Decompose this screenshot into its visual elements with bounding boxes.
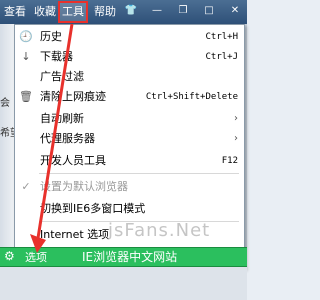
check-icon: ✓ xyxy=(21,180,31,193)
menu-item-adblock[interactable]: 广告过滤 xyxy=(15,67,244,87)
close-icon[interactable]: ✕ xyxy=(228,4,242,18)
menu-item-proxy[interactable]: 代理服务器 › xyxy=(15,129,244,149)
menu-item-label: 开发人员工具 xyxy=(40,154,106,167)
menu-item-label: 下载器 xyxy=(40,50,73,63)
highlight-caption: IE浏览器中文网站 xyxy=(82,250,178,264)
menu-item-label: 设置为默认浏览器 xyxy=(40,180,128,193)
menu-item-label: 清除上网痕迹 xyxy=(40,90,106,103)
menu-separator xyxy=(39,173,239,174)
history-icon: 🕘 xyxy=(19,30,33,43)
menu-item-label: 选项 xyxy=(25,251,47,264)
menu-item-set-default: ✓ 设置为默认浏览器 xyxy=(15,177,244,197)
download-icon: ↓ xyxy=(21,50,31,63)
menu-bar: 查看 收藏 工具 帮助 👕 — ❐ □ ✕ xyxy=(0,0,247,24)
menu-help[interactable]: 帮助 xyxy=(92,3,118,21)
chevron-right-icon: › xyxy=(234,133,238,144)
menu-item-label: 广告过滤 xyxy=(40,70,84,83)
gear-icon: ⚙ xyxy=(4,249,15,263)
menu-item-ie6-mode[interactable]: 切换到IE6多窗口模式 xyxy=(15,199,244,219)
restore-icon[interactable]: ❐ xyxy=(176,4,190,18)
trash-icon: 🗑 xyxy=(19,90,33,103)
menu-item-downloader[interactable]: ↓ 下载器 Ctrl+J xyxy=(15,47,244,67)
menu-item-label: 自动刷新 xyxy=(40,112,84,125)
maximize-icon[interactable]: □ xyxy=(202,4,216,18)
menu-view[interactable]: 查看 xyxy=(2,3,28,21)
menu-favorites[interactable]: 收藏 xyxy=(32,3,58,21)
watermark-text: jsFans.Net xyxy=(108,220,211,241)
page-footer xyxy=(0,267,247,300)
menu-item-label: 切换到IE6多窗口模式 xyxy=(40,202,146,215)
chevron-right-icon: › xyxy=(234,113,238,124)
shortcut-label: Ctrl+J xyxy=(205,52,238,62)
shortcut-label: Ctrl+H xyxy=(205,32,238,42)
menu-item-label: 历史 xyxy=(40,30,62,43)
shirt-icon[interactable]: 👕 xyxy=(124,4,138,18)
menu-item-history[interactable]: 🕘 历史 Ctrl+H xyxy=(15,27,244,47)
menu-item-label: 代理服务器 xyxy=(40,132,95,145)
minimize-icon[interactable]: — xyxy=(150,4,164,18)
left-text-1: 会 xyxy=(0,98,10,109)
menu-item-clear-history[interactable]: 🗑 清除上网痕迹 Ctrl+Shift+Delete xyxy=(15,87,244,107)
menu-item-label: Internet 选项 xyxy=(40,228,110,241)
menu-tools[interactable]: 工具 xyxy=(58,1,88,23)
menu-item-auto-refresh[interactable]: 自动刷新 › xyxy=(15,109,244,129)
shortcut-label: F12 xyxy=(221,156,238,166)
menu-item-dev-tools[interactable]: 开发人员工具 F12 xyxy=(15,151,244,171)
shortcut-label: Ctrl+Shift+Delete xyxy=(145,92,238,102)
